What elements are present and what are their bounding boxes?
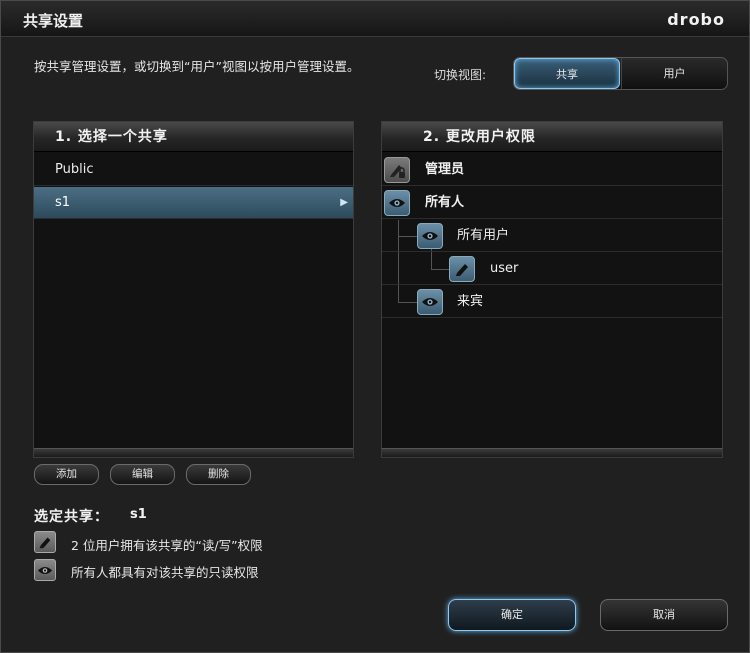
eye-icon[interactable] xyxy=(384,190,410,216)
pen-lock-icon xyxy=(384,157,410,183)
window-title: 共享设置 xyxy=(23,12,84,30)
permissions-panel-footer xyxy=(382,448,722,457)
chevron-right-icon: ▶ xyxy=(340,197,348,208)
selected-share-title: 选定共享： xyxy=(34,509,109,525)
instructions-text: 按共享管理设置，或切换到“用户”视图以按用户管理设置。 xyxy=(34,59,360,74)
permissions-panel-title: 2. 更改用户权限 xyxy=(382,122,722,152)
pen-icon[interactable] xyxy=(449,256,475,282)
share-label: Public xyxy=(55,162,94,177)
share-item-public[interactable]: Public xyxy=(34,154,353,186)
permissions-panel: 2. 更改用户权限 管理员 所有人 所有用户 user 来宾 xyxy=(381,121,723,458)
permission-row-guest[interactable]: 来宾 xyxy=(382,286,722,318)
permission-label: 来宾 xyxy=(457,294,484,309)
view-users-button[interactable]: 用户 xyxy=(621,58,727,89)
shares-panel: 1. 选择一个共享 Public s1 ▶ xyxy=(33,121,354,458)
shares-panel-title: 1. 选择一个共享 xyxy=(34,122,353,152)
delete-share-button[interactable]: 删除 xyxy=(186,464,251,485)
view-switch-label: 切换视图: xyxy=(434,68,487,82)
view-shares-button[interactable]: 共享 xyxy=(514,58,620,89)
eye-icon[interactable] xyxy=(417,223,443,249)
permission-label: 所有用户 xyxy=(457,228,510,243)
permission-label: 管理员 xyxy=(425,162,465,177)
edit-share-button[interactable]: 编辑 xyxy=(110,464,175,485)
eye-icon xyxy=(34,559,56,581)
permission-row-user[interactable]: user xyxy=(382,253,722,285)
shares-panel-footer xyxy=(34,448,353,457)
title-bar: 共享设置 drobo xyxy=(1,1,749,37)
permission-label: 所有人 xyxy=(425,195,465,210)
read-write-summary: 2 位用户拥有该共享的“读/写”权限 xyxy=(71,538,263,553)
add-share-button[interactable]: 添加 xyxy=(34,464,99,485)
view-switch: 共享 用户 xyxy=(513,57,728,90)
permission-row-everyone[interactable]: 所有人 xyxy=(382,187,722,219)
permission-row-admin[interactable]: 管理员 xyxy=(382,154,722,186)
cancel-button[interactable]: 取消 xyxy=(600,599,728,631)
ok-button[interactable]: 确定 xyxy=(448,599,576,631)
share-item-s1[interactable]: s1 ▶ xyxy=(34,187,353,219)
permission-row-all-users[interactable]: 所有用户 xyxy=(382,220,722,252)
drobo-logo: drobo xyxy=(667,10,725,29)
selected-share-name: s1 xyxy=(130,507,147,522)
read-only-summary: 所有人都具有对该共享的只读权限 xyxy=(71,565,259,580)
share-label: s1 xyxy=(55,195,71,210)
eye-icon[interactable] xyxy=(417,289,443,315)
share-settings-window: 共享设置 drobo 按共享管理设置，或切换到“用户”视图以按用户管理设置。 切… xyxy=(0,0,750,653)
pen-icon xyxy=(34,531,56,553)
permission-label: user xyxy=(490,261,519,276)
